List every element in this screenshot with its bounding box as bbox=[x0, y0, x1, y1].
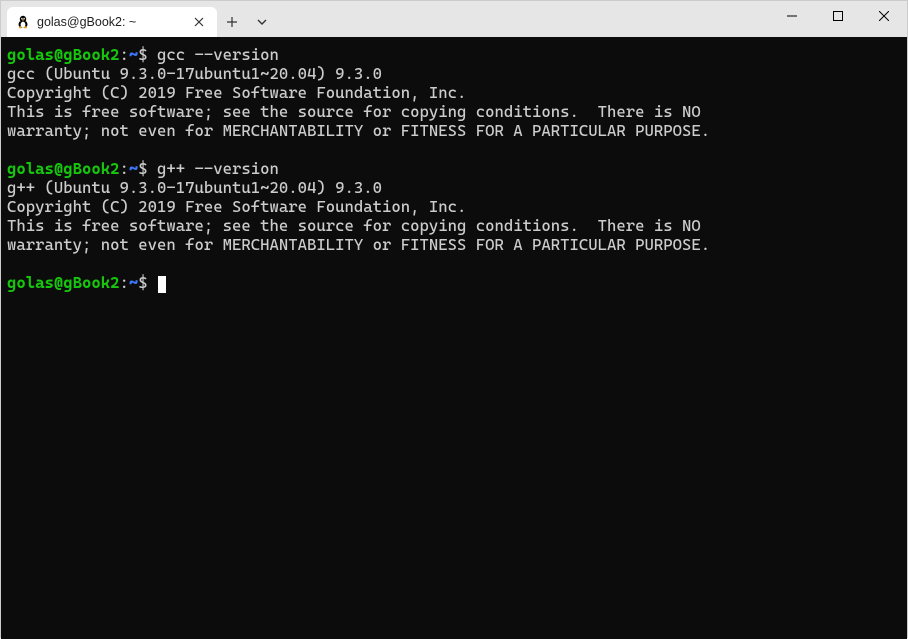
tab-close-button[interactable] bbox=[191, 14, 207, 30]
prompt-line: golas@gBook2:~$ bbox=[7, 273, 901, 292]
output-line: This is free software; see the source fo… bbox=[7, 102, 901, 121]
prompt-userhost: golas@gBook2 bbox=[7, 45, 120, 64]
tab-dropdown-button[interactable] bbox=[247, 7, 277, 37]
command-text: gcc --version bbox=[157, 45, 279, 64]
output-line: Copyright (C) 2019 Free Software Foundat… bbox=[7, 83, 901, 102]
prompt-line: golas@gBook2:~$ g++ --version bbox=[7, 159, 901, 178]
output-line: warranty; not even for MERCHANTABILITY o… bbox=[7, 235, 901, 254]
prompt-path: ~ bbox=[129, 159, 138, 178]
prompt-line: golas@gBook2:~$ gcc --version bbox=[7, 45, 901, 64]
tab-active[interactable]: golas@gBook2: ~ bbox=[7, 7, 217, 37]
output-line: g++ (Ubuntu 9.3.0-17ubuntu1~20.04) 9.3.0 bbox=[7, 178, 901, 197]
cursor bbox=[158, 276, 166, 293]
close-button[interactable] bbox=[861, 1, 907, 31]
output-line: This is free software; see the source fo… bbox=[7, 216, 901, 235]
tab-title: golas@gBook2: ~ bbox=[37, 15, 191, 29]
new-tab-button[interactable] bbox=[217, 7, 247, 37]
tux-icon bbox=[15, 14, 31, 30]
output-line bbox=[7, 254, 901, 273]
output-line bbox=[7, 140, 901, 159]
maximize-button[interactable] bbox=[815, 1, 861, 31]
prompt-dollar: $ bbox=[138, 45, 157, 64]
output-line: Copyright (C) 2019 Free Software Foundat… bbox=[7, 197, 901, 216]
titlebar: golas@gBook2: ~ bbox=[1, 1, 907, 37]
prompt-colon: : bbox=[120, 273, 129, 292]
prompt-colon: : bbox=[120, 45, 129, 64]
terminal[interactable]: golas@gBook2:~$ gcc --versiongcc (Ubuntu… bbox=[1, 37, 907, 639]
window-controls bbox=[769, 1, 907, 37]
prompt-dollar: $ bbox=[138, 159, 157, 178]
prompt-dollar: $ bbox=[138, 273, 157, 292]
minimize-button[interactable] bbox=[769, 1, 815, 31]
prompt-userhost: golas@gBook2 bbox=[7, 273, 120, 292]
command-text: g++ --version bbox=[157, 159, 279, 178]
prompt-userhost: golas@gBook2 bbox=[7, 159, 120, 178]
output-line: gcc (Ubuntu 9.3.0-17ubuntu1~20.04) 9.3.0 bbox=[7, 64, 901, 83]
prompt-path: ~ bbox=[129, 45, 138, 64]
prompt-colon: : bbox=[120, 159, 129, 178]
output-line: warranty; not even for MERCHANTABILITY o… bbox=[7, 121, 901, 140]
prompt-path: ~ bbox=[129, 273, 138, 292]
tab-strip: golas@gBook2: ~ bbox=[1, 1, 277, 37]
